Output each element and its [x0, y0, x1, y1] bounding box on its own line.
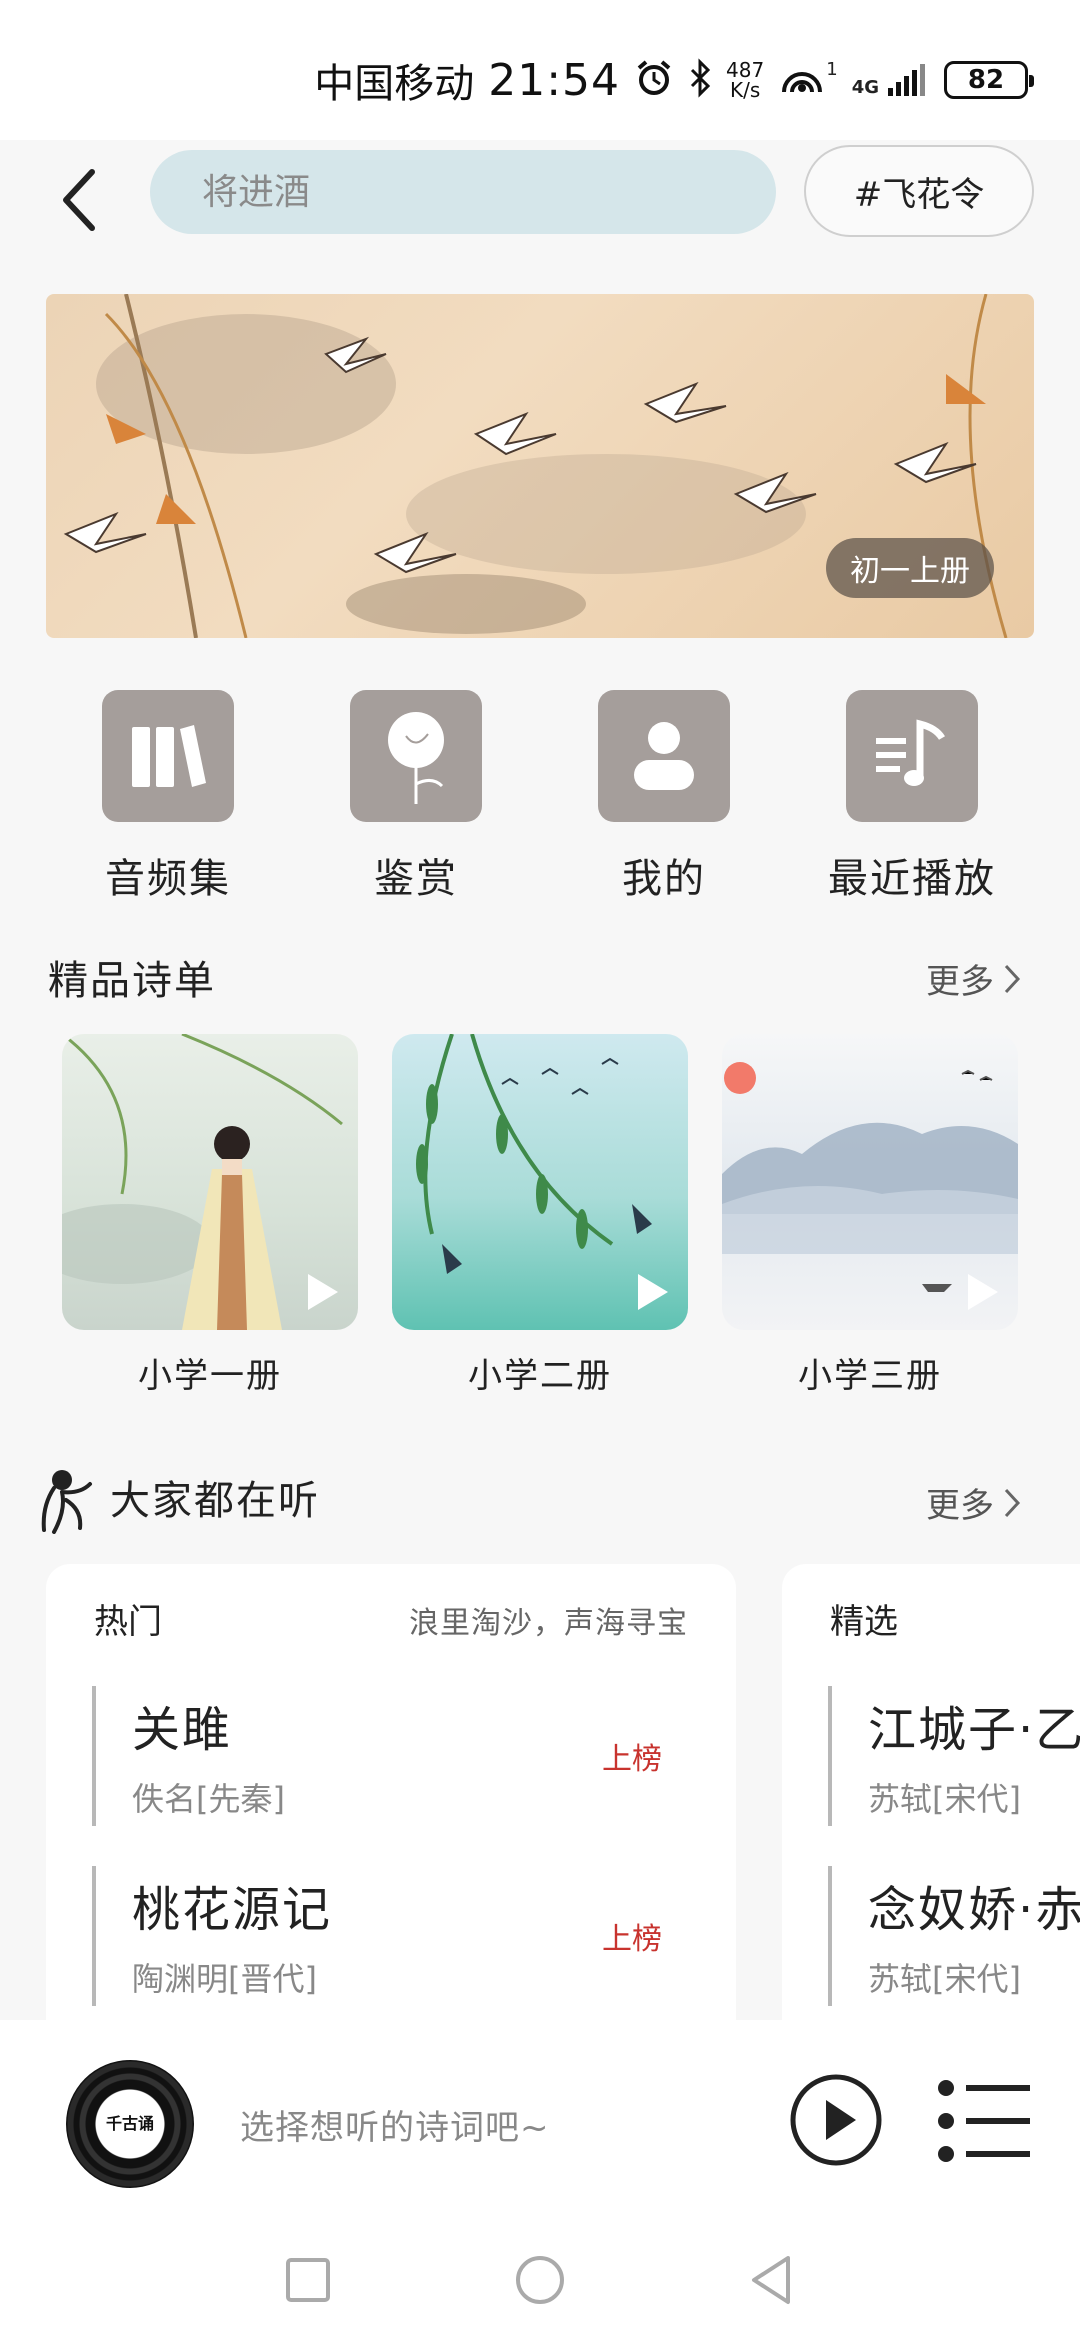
carrier-name: 中国移动: [314, 61, 475, 107]
card-header: 热门: [94, 1602, 162, 1642]
playlist-label: 小学一册: [138, 1356, 282, 1396]
ranking-card-hot[interactable]: 热门 浪里淘沙，声海寻宝 关雎 佚名[先秦] 上榜 桃花源记 陶渊明[晋代] 上…: [46, 1564, 736, 2020]
ranking-card-selected[interactable]: 精选 江城子·乙 苏轼[宋代] 念奴娇·赤 苏轼[宋代]: [782, 1564, 1080, 2020]
quick-action-label: 音频集: [105, 856, 231, 902]
system-nav-bar: [0, 2220, 1080, 2340]
section-title: 大家都在听: [110, 1478, 320, 1524]
triangle-back-icon: [752, 2256, 790, 2304]
music-list-icon: [846, 690, 978, 822]
chevron-right-icon: [1004, 964, 1021, 993]
signal-icon: 4G: [852, 62, 930, 98]
hotspot-count: 1: [826, 58, 838, 80]
featured-section-header: 精品诗单 更多: [0, 940, 1080, 1010]
playlist-button[interactable]: [934, 2076, 1034, 2166]
poem-author: 佚名[先秦]: [132, 1780, 285, 1818]
hotspot-icon: [778, 58, 826, 102]
more-label: 更多: [926, 962, 994, 1002]
poem-item[interactable]: 江城子·乙 苏轼[宋代]: [828, 1686, 1080, 1826]
play-button[interactable]: [788, 2072, 884, 2168]
play-icon: [308, 1274, 338, 1310]
recents-button[interactable]: [278, 2250, 338, 2310]
quick-action-recent[interactable]: 最近播放: [802, 690, 1022, 904]
poem-item[interactable]: 桃花源记 陶渊明[晋代] 上榜: [92, 1866, 692, 2006]
quick-action-appreciation[interactable]: 鉴赏: [306, 690, 526, 904]
poem-author: 苏轼[宋代]: [868, 1960, 1021, 1998]
search-input[interactable]: [202, 171, 776, 213]
net-speed-value: 487: [726, 58, 765, 82]
net-speed-unit: K/s: [730, 78, 761, 102]
banner-badge: 初一上册: [826, 538, 994, 598]
playlist-label: 小学二册: [468, 1356, 612, 1396]
status-indicators: 中国移动 21:54 487 K/s 1 4G 82: [314, 50, 1034, 110]
playlist-card[interactable]: 小学一册: [62, 1034, 358, 1397]
home-button[interactable]: [510, 2250, 570, 2310]
play-icon: [968, 1274, 998, 1310]
status-time: 21:54: [488, 54, 621, 106]
promo-banner[interactable]: 初一上册: [46, 294, 1034, 638]
poem-item[interactable]: 念奴娇·赤 苏轼[宋代]: [828, 1866, 1080, 2006]
top-nav: #飞花令: [0, 140, 1080, 260]
back-button[interactable]: [48, 160, 108, 240]
play-circle-icon: [790, 2074, 882, 2166]
quick-action-audio-collection[interactable]: 音频集: [58, 690, 278, 904]
card-slogan: 浪里淘沙，声海寻宝: [409, 1606, 688, 1641]
poem-item[interactable]: 关雎 佚名[先秦] 上榜: [92, 1686, 692, 1826]
playlist-card[interactable]: 小学二册: [392, 1034, 688, 1397]
listening-more-link[interactable]: 更多: [926, 1478, 1022, 1527]
poem-title: 念奴娇·赤: [868, 1882, 1080, 1938]
quick-action-label: 鉴赏: [374, 856, 458, 902]
poem-author: 陶渊明[晋代]: [132, 1960, 317, 1998]
battery-indicator: 82: [944, 61, 1034, 99]
quick-action-mine[interactable]: 我的: [554, 690, 774, 904]
player-hint: 选择想听的诗词吧~: [240, 2108, 550, 2148]
playlist-cover-image: [722, 1034, 1018, 1330]
album-disc[interactable]: 千古诵: [66, 2060, 194, 2188]
net-speed: 487 K/s: [726, 60, 764, 100]
books-icon: [102, 690, 234, 822]
featured-more-link[interactable]: 更多: [926, 954, 1022, 1003]
chevron-left-icon: [63, 169, 95, 231]
ranked-badge: 上榜: [602, 1922, 662, 1957]
mini-player: 千古诵 选择想听的诗词吧~: [0, 2020, 1080, 2220]
ranked-badge: 上榜: [602, 1742, 662, 1777]
playlist-card[interactable]: 小学三册: [722, 1034, 1018, 1397]
search-bar[interactable]: [150, 150, 776, 234]
poem-author: 苏轼[宋代]: [868, 1780, 1021, 1818]
alarm-icon: [634, 58, 674, 102]
dancer-icon: [41, 1470, 92, 1534]
chevron-right-icon: [1004, 1488, 1021, 1517]
playlist-label: 小学三册: [798, 1356, 942, 1396]
flower-icon: [350, 690, 482, 822]
playlist-icon: [938, 2080, 1030, 2162]
circle-icon: [516, 2256, 564, 2304]
bluetooth-icon: [688, 58, 712, 102]
square-icon: [286, 2258, 330, 2302]
playlist-cover-image: [62, 1034, 358, 1330]
user-icon: [598, 690, 730, 822]
section-title: 精品诗单: [48, 958, 216, 1004]
card-header: 精选: [830, 1602, 898, 1642]
quick-actions: 音频集 鉴赏 我的 最近播放: [0, 690, 1080, 910]
play-icon: [638, 1274, 668, 1310]
more-label: 更多: [926, 1486, 994, 1526]
quick-action-label: 最近播放: [828, 856, 996, 902]
quick-action-label: 我的: [622, 856, 706, 902]
app-logo: 千古诵: [105, 2114, 154, 2133]
battery-level: 82: [967, 65, 1005, 95]
playlist-row: 小学一册 小学二册 小学三册: [0, 1034, 1080, 1404]
listening-cards: 热门 浪里淘沙，声海寻宝 关雎 佚名[先秦] 上榜 桃花源记 陶渊明[晋代] 上…: [0, 1564, 1080, 2020]
poem-title: 江城子·乙: [868, 1702, 1080, 1758]
status-bar: 中国移动 21:54 487 K/s 1 4G 82: [0, 0, 1080, 140]
back-nav-button[interactable]: [742, 2250, 802, 2310]
playlist-cover-image: [392, 1034, 688, 1330]
network-type: 4G: [851, 77, 879, 98]
feihualing-tag-button[interactable]: #飞花令: [804, 145, 1034, 237]
